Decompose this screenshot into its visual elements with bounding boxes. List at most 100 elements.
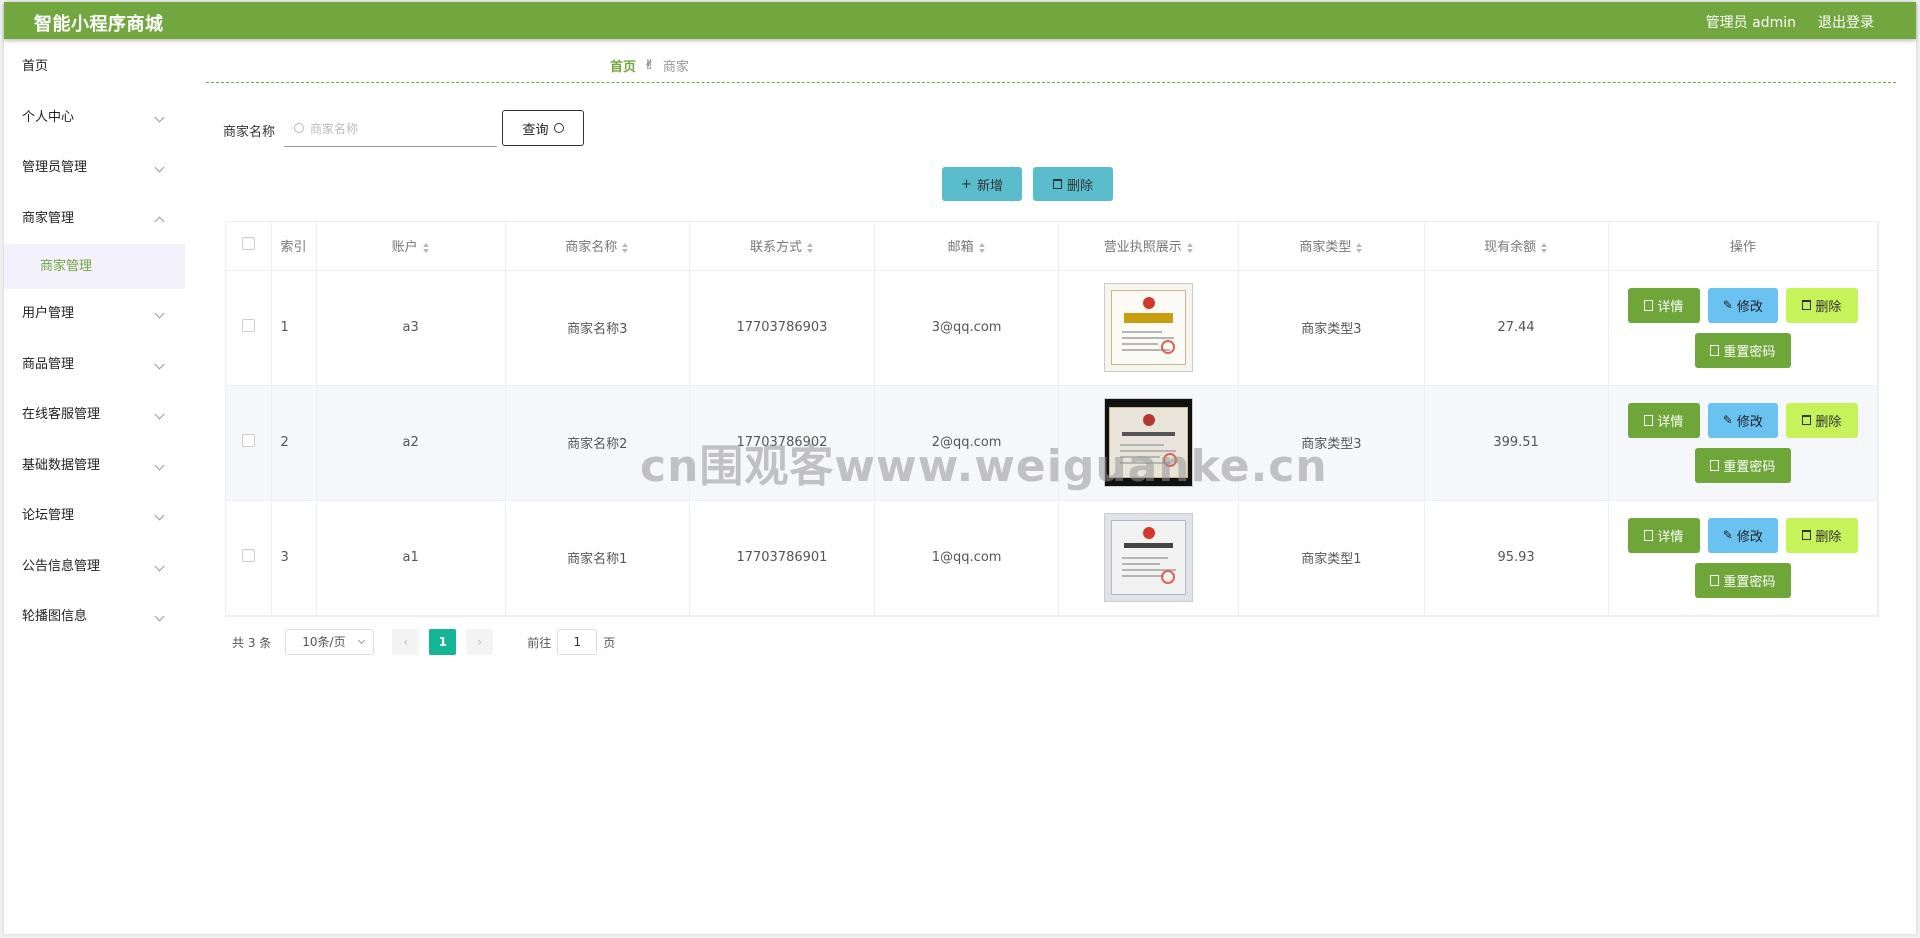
sidebar-item-forum-management[interactable]: 论坛管理 [4,491,185,542]
delete-button[interactable]: 删除 [1785,287,1858,323]
cell-name: 商家名称1 [505,500,690,616]
column-header-balance[interactable]: 现有余额 [1424,222,1609,271]
cell-index: 2 [271,385,317,501]
cell-type: 商家类型3 [1238,270,1425,386]
column-header-license[interactable]: 营业执照展示 [1058,222,1240,271]
column-header-actions: 操作 [1608,222,1879,271]
chevron-down-icon [154,561,165,571]
sidebar-item-carousel-info[interactable]: 轮播图信息 [4,592,185,643]
sidebar-item-label: 管理员管理 [22,160,88,175]
sidebar-item-product-management[interactable]: 商品管理 [4,340,185,391]
license-image[interactable] [1104,398,1194,487]
license-image[interactable] [1104,283,1194,372]
batch-delete-button[interactable]: 删除 [1033,167,1113,201]
column-header-email[interactable]: 邮箱 [874,222,1060,271]
app-frame: 智能小程序商城 管理员 admin 退出登录 首页 个人中心 管理员管理 商家管… [4,2,1916,934]
column-header-label: 联系方式 [749,240,802,256]
detail-button[interactable]: 详情 [1627,287,1700,323]
logout-button[interactable]: 退出登录 [1818,12,1874,32]
edit-button[interactable]: ✎ 修改 [1707,517,1778,553]
cell-phone: 17703786902 [689,385,876,501]
sort-icon[interactable] [1186,242,1194,253]
next-page-button[interactable]: › [466,629,494,655]
column-header-label: 商家类型 [1299,240,1352,256]
sidebar-item-personal-center[interactable]: 个人中心 [4,93,185,144]
sort-icon[interactable] [1356,242,1363,253]
query-button[interactable]: 查询 [502,110,584,146]
sort-icon[interactable] [978,242,986,253]
detail-label: 详情 [1657,414,1684,430]
cell-email: 1@qq.com [874,500,1060,616]
row-checkbox[interactable] [241,319,255,332]
table-row: 2 a2 商家名称2 17703786902 2@qq.com 商家类型3 39… [226,385,1879,501]
cell-actions: 详情 ✎ 修改 删除 重置密码 [1608,385,1879,501]
sidebar-subitem-merchant-management[interactable]: 商家管理 [4,244,185,289]
cell-actions: 详情 ✎ 修改 删除 重置密码 [1608,500,1879,616]
chevron-down-icon [154,611,165,622]
page-number-current[interactable]: 1 [429,629,457,655]
detail-button[interactable]: 详情 [1627,402,1700,438]
column-header-phone[interactable]: 联系方式 [689,222,876,271]
chevron-right-icon: › [477,635,483,649]
add-button[interactable]: + 新增 [942,167,1022,201]
sidebar-item-label: 商家管理 [22,210,75,226]
document-icon [1644,299,1654,311]
reset-password-button[interactable]: 重置密码 [1694,562,1791,598]
trash-icon [1052,179,1062,189]
sidebar-item-user-management[interactable]: 用户管理 [4,289,185,340]
sort-icon[interactable] [806,242,814,253]
sidebar-item-admin-management[interactable]: 管理员管理 [4,143,185,194]
cell-phone: 17703786903 [689,270,876,386]
cell-account: a2 [316,385,506,501]
cell-index: 3 [271,500,317,616]
plus-icon: + [961,176,972,192]
breadcrumb-divider [206,82,1896,83]
chevron-left-icon: ‹ [403,635,409,649]
column-header-type[interactable]: 商家类型 [1238,222,1425,271]
prev-page-button[interactable]: ‹ [392,629,420,655]
row-checkbox[interactable] [241,434,255,447]
sidebar-subitem-label: 商家管理 [40,259,93,274]
license-image[interactable] [1104,513,1194,602]
delete-button[interactable]: 删除 [1785,517,1858,553]
sidebar-item-label: 用户管理 [22,306,75,321]
sidebar-item-notice-management[interactable]: 公告信息管理 [4,542,185,593]
page-size-select[interactable]: 10条/页 [285,629,375,655]
edit-button[interactable]: ✎ 修改 [1707,287,1778,323]
detail-label: 详情 [1657,529,1684,545]
sort-icon[interactable] [422,242,430,253]
sidebar-item-label: 商品管理 [22,356,75,372]
select-all-checkbox[interactable] [241,237,255,251]
sort-icon[interactable] [1541,242,1548,253]
add-button-label: 新增 [976,178,1003,194]
admin-label[interactable]: 管理员 admin [1706,12,1796,32]
row-checkbox[interactable] [241,549,255,562]
app-title: 智能小程序商城 [34,14,164,35]
sidebar-item-label: 论坛管理 [22,508,75,523]
reset-password-button[interactable]: 重置密码 [1694,447,1791,483]
cell-account: a1 [316,500,506,616]
sidebar-item-customer-service[interactable]: 在线客服管理 [4,390,185,441]
reset-password-button[interactable]: 重置密码 [1694,332,1791,368]
column-header-name[interactable]: 商家名称 [505,222,690,271]
cell-email: 3@qq.com [874,270,1060,386]
column-header-account[interactable]: 账户 [316,222,506,271]
sidebar-item-merchant-management[interactable]: 商家管理 [4,194,185,245]
goto-page-input[interactable] [557,629,598,655]
trash-icon [1802,300,1812,310]
table-row: 3 a1 商家名称1 17703786901 1@qq.com 商家类型1 95… [226,500,1879,616]
search-input[interactable] [310,119,490,139]
page-size-value: 10条/页 [302,635,346,649]
delete-button[interactable]: 删除 [1785,402,1858,438]
edit-button[interactable]: ✎ 修改 [1707,402,1778,438]
sort-icon[interactable] [622,242,629,253]
breadcrumb: 首页 ✌ 商家 [610,56,689,75]
sidebar-item-home[interactable]: 首页 [4,42,185,93]
column-header-label: 商家名称 [565,240,618,256]
sidebar-item-basic-data[interactable]: 基础数据管理 [4,441,185,492]
detail-button[interactable]: 详情 [1627,517,1700,553]
cell-license [1058,385,1240,501]
chevron-down-icon [154,112,165,122]
breadcrumb-home[interactable]: 首页 [610,56,636,75]
chevron-down-icon [154,460,165,470]
